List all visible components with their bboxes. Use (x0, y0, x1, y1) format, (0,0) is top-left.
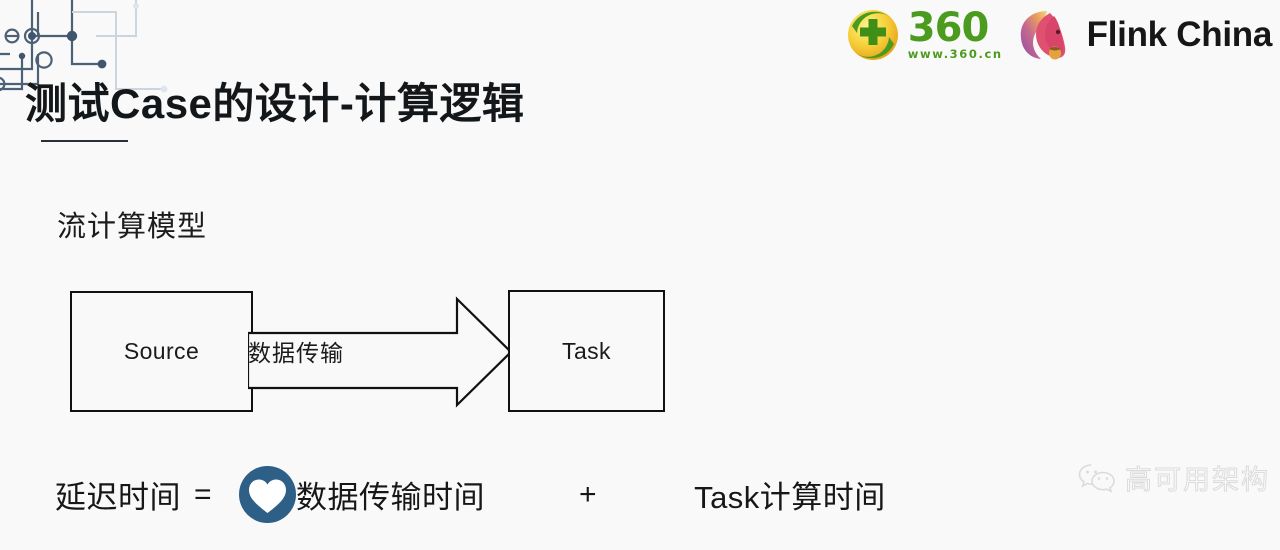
formula-plus-sign: + (579, 477, 598, 511)
stream-model-diagram: Source Task (60, 283, 685, 423)
diagram-node-source: Source (70, 291, 253, 412)
diagram-arrow-label: 数据传输 (248, 340, 344, 366)
formula-transfer-time-term: 数据传输时间 (296, 480, 486, 515)
formula-equals-sign: = (194, 477, 213, 511)
360-shield-plus-icon (847, 10, 898, 60)
logo-360: 360 www.360.cn (846, 8, 1003, 62)
slide-canvas: 360 www.360.cn Flink China 测试Case的设计-计算逻… (0, 0, 1280, 550)
logo-360-wordmark: 360 (907, 4, 989, 51)
latency-formula: 延迟时间 = 数据传输时间 + Task计算时间 (55, 466, 886, 523)
title-underline (41, 140, 128, 142)
logo-360-url: www.360.cn (907, 46, 1003, 61)
flink-china-label: Flink China (1086, 15, 1273, 54)
branding-logo-bar: 360 www.360.cn Flink China (846, 4, 1272, 66)
watermark-text: 高可用架构 (1125, 465, 1270, 496)
formula-latency-term: 延迟时间 (55, 480, 181, 515)
flink-squirrel-icon (1020, 11, 1065, 60)
wechat-icon (1078, 463, 1115, 493)
formula-task-time-term: Task计算时间 (694, 480, 886, 515)
page-title: 测试Case的设计-计算逻辑 (25, 80, 525, 127)
diagram-node-task: Task (508, 290, 665, 412)
watermark: 高可用架构 (1077, 458, 1270, 497)
heart-in-circle-icon (239, 466, 297, 523)
logo-360-text: 360 www.360.cn (907, 4, 1003, 61)
section-label: 流计算模型 (57, 211, 208, 243)
